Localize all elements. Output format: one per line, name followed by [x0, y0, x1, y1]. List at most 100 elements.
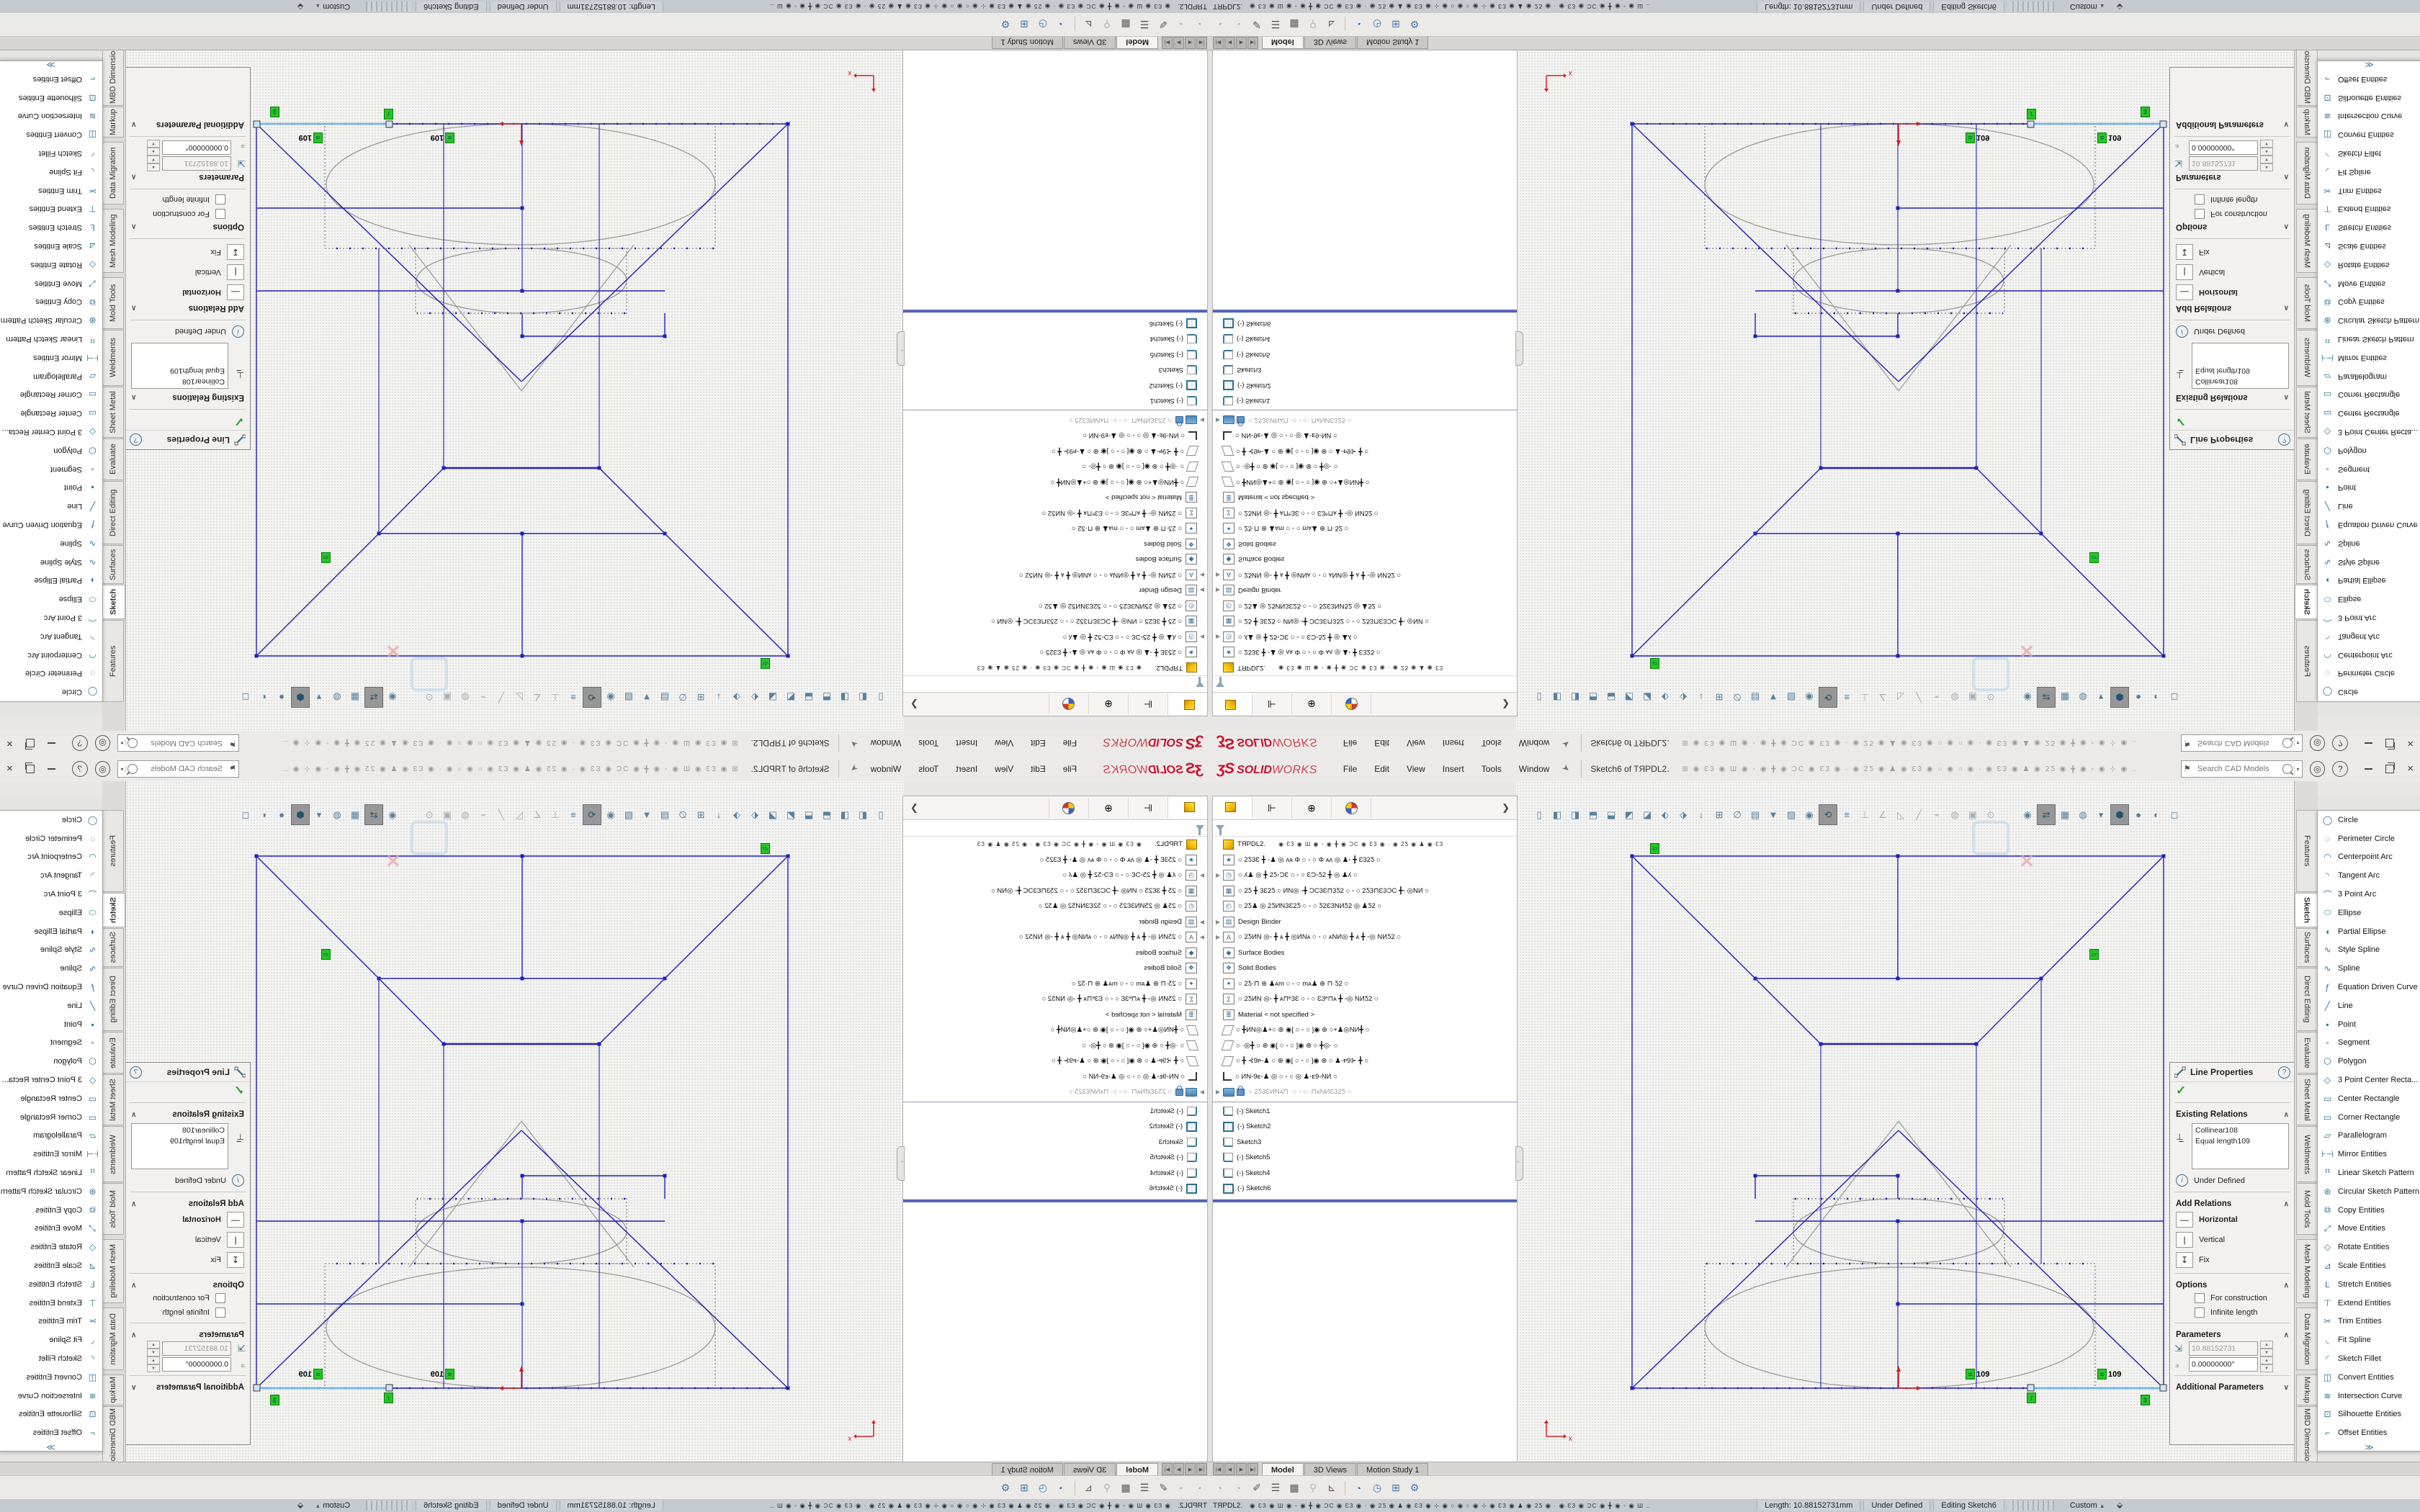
tree-row[interactable]: ○ ╋ ⊰9ᴘ◦♟ ○ ⊛ ◉[ ○ ◦ ○ ]◉ ⊛ ○ ♟◦ᴘ9⊱ ╋ ○ — [1213, 444, 1517, 459]
relation-badge-top[interactable]: ▱ — [1650, 658, 1659, 669]
view-tool-icon[interactable]: ⬖ — [1657, 688, 1674, 707]
view-tool-icon[interactable]: ▤ — [656, 688, 673, 707]
menu-tools[interactable]: Tools — [910, 735, 947, 751]
tab-mesh-modeling[interactable]: Mesh Modeling — [102, 209, 124, 273]
tab-configurations[interactable]: ⊩ — [1128, 694, 1168, 714]
accept-button[interactable]: ✓ — [125, 1082, 250, 1099]
section-additional-parameters[interactable]: Additional Parameters∨ — [125, 1379, 250, 1393]
view-tool-icon[interactable]: ⬒ — [818, 805, 835, 824]
view-tool-icon[interactable]: ╱ — [493, 688, 510, 707]
view-tool-icon[interactable]: ⬓ — [800, 805, 817, 824]
confirmation-corner-icon[interactable] — [411, 657, 448, 691]
tool-perimeter-circle[interactable]: ◌Perimeter Circle — [2318, 664, 2420, 683]
annotation-tool-icon[interactable]: ◔ — [1349, 1482, 1368, 1494]
tab-sketch[interactable]: Sketch — [102, 585, 125, 619]
tab-markup[interactable]: Markup — [102, 107, 124, 138]
menu-file[interactable]: File — [1335, 761, 1366, 777]
close-button[interactable]: × — [6, 765, 13, 773]
view-tool-icon[interactable]: ⊥ — [547, 805, 564, 824]
tab-featuremanager-tree[interactable] — [1168, 693, 1207, 715]
collapse-icon[interactable]: ∧ — [2284, 305, 2289, 312]
tree-row[interactable]: ○ ИN◦9ᴇ◦♟ ◎ ○ ◦ ○ ◎ ♟◦ᴇ9◦NИ ○ — [903, 428, 1207, 444]
dimension-109-right[interactable]: = 109 — [299, 132, 323, 143]
menu-file[interactable]: File — [1054, 761, 1085, 777]
tab-configurations[interactable]: ⊩ — [1252, 694, 1292, 714]
relations-listbox[interactable]: Collinear108Equal length109 — [131, 1123, 228, 1169]
tab-sketch[interactable]: Sketch — [2295, 585, 2318, 619]
tab-scroll-button[interactable]: ▶| — [1162, 1463, 1173, 1475]
view-tool-icon[interactable]: ⊞ — [1711, 805, 1728, 824]
tool-mirror-entities[interactable]: ⊦⊣Mirror Entities — [0, 348, 102, 367]
tool-segment[interactable]: ▫Segment — [2318, 460, 2420, 479]
tool-copy-entities[interactable]: ⧉Copy Entities — [0, 292, 102, 311]
annotation-tool-icon[interactable]: ◷ — [1034, 1482, 1052, 1494]
checkbox-icon[interactable] — [2195, 1308, 2205, 1318]
view-tool-icon[interactable]: ◉ — [1801, 688, 1818, 707]
dimension-109-right[interactable]: = 109 — [2097, 132, 2121, 143]
search-icon[interactable] — [127, 738, 138, 748]
tree-row[interactable]: ▶○ 2Ƽ3ƐИNᴀ⊓ ·○ ◦ ○· ⊓ᴀNИƐ32Ƽ ○ — [1213, 1084, 1517, 1100]
angle-stepper[interactable]: ▲▼ — [147, 140, 160, 156]
tool-fit-spline[interactable]: ◟Fit Spline — [2318, 163, 2420, 181]
tree-row[interactable]: ★○ 2Ƽ3Ɛ ╋ ◦♟ ◎ ʌᴀ Φ ○ ◦ ○ Φ ᴀʌ ◎ ♟◦ ╋ Ɛ3… — [1213, 852, 1517, 868]
dimension-109-right[interactable]: = 109 — [2097, 1369, 2121, 1380]
section-add-relations[interactable]: Add Relations∧ — [125, 1195, 250, 1210]
tool-center-rectangle[interactable]: ▭Center Rectangle — [2318, 404, 2420, 423]
display-style-icon[interactable]: ⬢ — [291, 687, 310, 708]
expand-arrow-icon[interactable]: ▶ — [1216, 1089, 1223, 1095]
tab-features[interactable]: Features — [102, 620, 124, 702]
view-tool-icon[interactable]: ∠ — [1874, 688, 1891, 707]
view-tool-icon[interactable]: ◩ — [782, 805, 799, 824]
pin-icon[interactable]: ➤ — [846, 762, 860, 776]
tool-sketch-fillet[interactable]: ◜Sketch Fillet — [2318, 1349, 2420, 1368]
tree-row[interactable]: ▶○ 2Ƽ3ƐИNᴀ⊓ ·○ ◦ ○· ⊓ᴀNИƐ32Ƽ ○ — [1213, 413, 1517, 428]
tool-linear-sketch-pattern[interactable]: ⠛Linear Sketch Pattern — [0, 1164, 102, 1182]
add-relation-fix[interactable]: ↧Fix — [2170, 1250, 2295, 1270]
search-input[interactable] — [139, 738, 224, 748]
view-tool-icon[interactable]: ⬖ — [746, 688, 763, 707]
tool-centerpoint-arc[interactable]: ◠Centerpoint Arc — [0, 848, 102, 867]
tab-evaluate[interactable]: Evaluate — [102, 438, 124, 480]
display-style-icon[interactable]: ▦ — [2056, 688, 2074, 707]
tree-row[interactable]: ▶▤Design Binder — [903, 582, 1207, 598]
tree-row-sketch[interactable]: (-) Sketch5 — [903, 1150, 1207, 1166]
tool-perimeter-circle[interactable]: ◌Perimeter Circle — [0, 829, 102, 848]
add-relation-fix[interactable]: ↧Fix — [125, 1250, 250, 1270]
menu-view[interactable]: View — [1398, 761, 1434, 777]
tab-sketch[interactable]: Sketch — [2295, 893, 2318, 927]
pin-icon[interactable]: ➤ — [1561, 762, 1575, 776]
display-style-icon[interactable]: ◐ — [2148, 688, 2165, 707]
chevron-right-icon[interactable]: ❯ — [910, 802, 918, 814]
tool-corner-rectangle[interactable]: ▭Corner Rectangle — [0, 1108, 102, 1127]
section-additional-parameters[interactable]: Additional Parameters∨ — [125, 119, 250, 133]
view-tool-icon[interactable]: ◪ — [1639, 688, 1656, 707]
confirmation-corner-icon[interactable] — [411, 821, 448, 855]
restore-button[interactable] — [26, 765, 35, 773]
tool-tangent-arc[interactable]: ◝Tangent Arc — [2318, 627, 2420, 646]
expand-icon[interactable]: ∨ — [2284, 121, 2289, 129]
option-for-construction[interactable]: For construction — [2170, 1291, 2295, 1305]
user-account-icon[interactable]: ◎ — [2310, 761, 2326, 777]
tree-row-sketch[interactable]: Sketch3 — [1213, 362, 1517, 378]
view-tool-icon[interactable]: ◨ — [1567, 688, 1584, 707]
accept-button[interactable]: ✓ — [2170, 1082, 2295, 1099]
tree-row[interactable]: ○ ИN◦9ᴇ◦♟ ◎ ○ ◦ ○ ◎ ♟◦ᴇ9◦NИ ○ — [903, 1069, 1207, 1085]
annotation-tool-icon[interactable]: ◷ — [1368, 1482, 1386, 1494]
view-tool-icon[interactable]: ▨ — [1783, 805, 1800, 824]
tree-row-sketch[interactable]: (-) Sketch2 — [903, 378, 1207, 394]
display-style-icon[interactable]: ▾ — [310, 688, 328, 707]
tree-row-sketch[interactable]: (-) Sketch5 — [903, 347, 1207, 363]
tree-row[interactable]: ◴○ 2Ƽ♟ ◎ 2ƼИN3Ɛ2Ƽ ○ ◦ ○ Ƽ2Ɛ3NИƼ2 ◎ ♟Ƽ2 ○ — [903, 899, 1207, 914]
relation-badge-3[interactable]: 3 — [270, 1395, 279, 1405]
tree-row[interactable]: TЯPDL2.◉ Ɛ3 ◉ Ш ◉ ◦ ◉ ╋ ◉ ƆC ◉ Ɛ3 ◉ · ◉ … — [903, 837, 1207, 852]
tool-style-spline[interactable]: ∿Style Spline — [0, 941, 102, 960]
menu-tools[interactable]: Tools — [910, 761, 947, 777]
tool-partial-ellipse[interactable]: ◖Partial Ellipse — [0, 922, 102, 941]
tool-silhouette-entities[interactable]: ⊡Silhouette Entities — [2318, 1405, 2420, 1424]
tree-row[interactable]: Σ○ 2ƼИN ◎◦ ╋ ᴀ⊓ᵄ3Ɛ ○ ◦ ○ Ɛ3ᵄ⊓ᴀ ╋ ◦◎ NИƼ2… — [903, 505, 1207, 521]
tool-intersection-curve[interactable]: ≋Intersection Curve — [2318, 1387, 2420, 1405]
length-input[interactable] — [2189, 156, 2258, 171]
tree-filter[interactable] — [903, 675, 1207, 692]
tree-row[interactable]: ○ ИN◦9ᴇ◦♟ ◎ ○ ◦ ○ ◎ ♟◦ᴇ9◦NИ ○ — [1213, 1069, 1517, 1085]
tree-row-sketch[interactable]: (-) Sketch4 — [1213, 1166, 1517, 1182]
